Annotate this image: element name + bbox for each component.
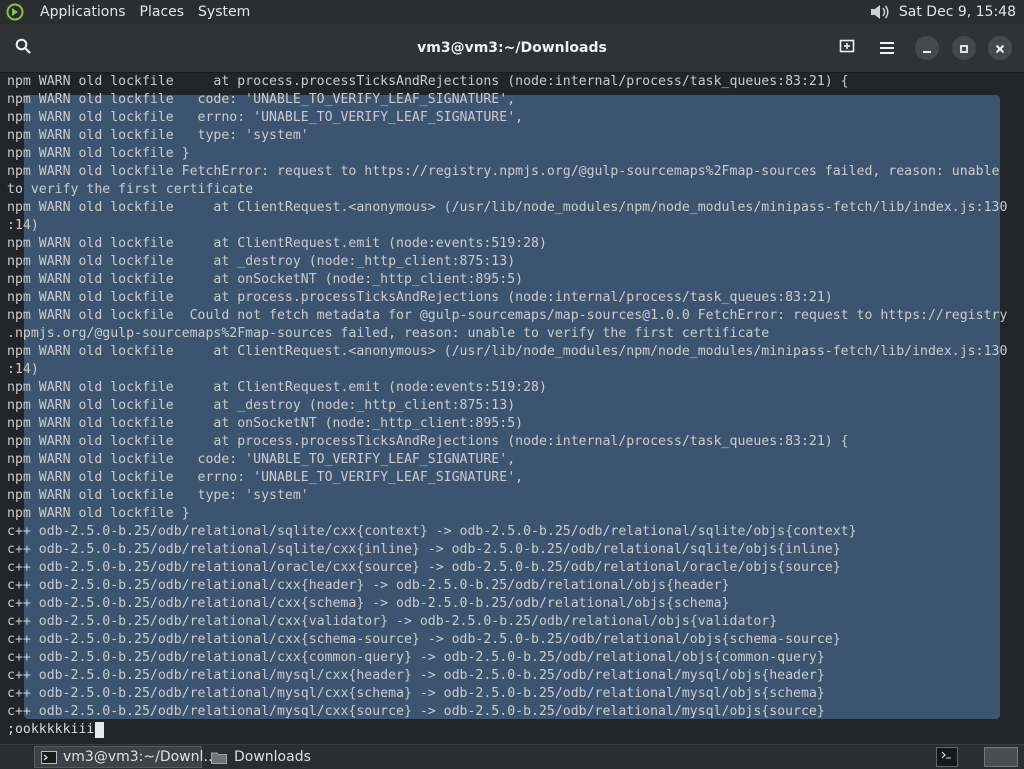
terminal-line: c++ odb-2.5.0-b.25/odb/relational/cxx{he…: [7, 578, 730, 593]
terminal-line: npm WARN old lockfile type: 'system': [7, 488, 309, 503]
close-button[interactable]: [988, 36, 1012, 60]
taskbar-item-terminal[interactable]: vm3@vm3:~/Downl…: [34, 746, 217, 768]
terminal-line: npm WARN old lockfile }: [7, 146, 190, 161]
maximize-icon: [959, 39, 969, 58]
taskbar-item-label: vm3@vm3:~/Downl…: [63, 749, 218, 765]
workspace-switcher[interactable]: [984, 747, 1018, 767]
terminal-line: npm WARN old lockfile at onSocketNT (nod…: [7, 416, 524, 431]
terminal-line: c++ odb-2.5.0-b.25/odb/relational/cxx{va…: [7, 614, 778, 629]
terminal-small-icon: [940, 749, 954, 765]
show-desktop-button[interactable]: [936, 747, 958, 767]
new-tab-button[interactable]: [831, 32, 863, 64]
terminal-line: npm WARN old lockfile errno: 'UNABLE_TO_…: [7, 470, 524, 485]
terminal-line: npm WARN old lockfile at ClientRequest.<…: [7, 344, 1008, 359]
terminal-line: :14): [7, 362, 39, 377]
terminal-line: c++ odb-2.5.0-b.25/odb/relational/sqlite…: [7, 542, 841, 557]
taskbar-item-downloads[interactable]: Downloads: [204, 746, 374, 768]
search-icon: [15, 38, 31, 58]
terminal-line: npm WARN old lockfile at ClientRequest.<…: [7, 200, 1008, 215]
terminal-line: c++ odb-2.5.0-b.25/odb/relational/cxx{sc…: [7, 596, 730, 611]
terminal-line: c++ odb-2.5.0-b.25/odb/relational/mysql/…: [7, 686, 825, 701]
terminal-headerbar: vm3@vm3:~/Downloads: [0, 24, 1024, 73]
terminal-line: npm WARN old lockfile Could not fetch me…: [7, 308, 1008, 323]
terminal-line: c++ odb-2.5.0-b.25/odb/relational/cxx{sc…: [7, 632, 841, 647]
terminal-line: npm WARN old lockfile at process.process…: [7, 290, 833, 305]
bottom-panel: vm3@vm3:~/Downl… Downloads: [0, 744, 1024, 769]
top-panel: Applications Places System Sat Dec 9, 15…: [0, 0, 1024, 24]
terminal-line: .npmjs.org/@gulp-sourcemaps%2Fmap-source…: [7, 326, 770, 341]
taskbar-item-label: Downloads: [234, 749, 311, 765]
terminal-input-text: ;ookkkkkiii: [7, 722, 95, 737]
terminal-input-line[interactable]: ;ookkkkkiii: [7, 721, 105, 739]
terminal-line: npm WARN old lockfile at _destroy (node:…: [7, 254, 516, 269]
terminal-line: npm WARN old lockfile }: [7, 506, 190, 521]
terminal-icon: [41, 750, 57, 764]
terminal-line: npm WARN old lockfile code: 'UNABLE_TO_V…: [7, 92, 516, 107]
places-menu[interactable]: Places: [133, 0, 192, 24]
search-button[interactable]: [7, 32, 39, 64]
terminal-line: npm WARN old lockfile at ClientRequest.e…: [7, 236, 547, 251]
system-menu[interactable]: System: [191, 0, 257, 24]
terminal-line: c++ odb-2.5.0-b.25/odb/relational/cxx{co…: [7, 650, 825, 665]
terminal-output: npm WARN old lockfile at process.process…: [7, 73, 1007, 721]
terminal-line: npm WARN old lockfile at _destroy (node:…: [7, 398, 516, 413]
text-cursor: [95, 722, 105, 738]
hamburger-menu-icon: [880, 39, 894, 58]
terminal-line: npm WARN old lockfile at onSocketNT (nod…: [7, 272, 524, 287]
volume-icon[interactable]: [869, 2, 893, 22]
terminal-line: npm WARN old lockfile at process.process…: [7, 74, 849, 89]
clock[interactable]: Sat Dec 9, 15:48: [899, 4, 1016, 20]
terminal-line: npm WARN old lockfile at ClientRequest.e…: [7, 380, 547, 395]
terminal-line: c++ odb-2.5.0-b.25/odb/relational/sqlite…: [7, 524, 857, 539]
close-icon: [995, 39, 1005, 58]
terminal-line: c++ odb-2.5.0-b.25/odb/relational/mysql/…: [7, 668, 825, 683]
minimize-icon: [922, 39, 932, 58]
distro-logo-icon[interactable]: [5, 2, 25, 22]
new-tab-icon: [839, 38, 855, 58]
terminal-view[interactable]: npm WARN old lockfile at process.process…: [0, 73, 1024, 744]
terminal-line: c++ odb-2.5.0-b.25/odb/relational/mysql/…: [7, 704, 825, 719]
terminal-line: npm WARN old lockfile errno: 'UNABLE_TO_…: [7, 110, 524, 125]
terminal-line: npm WARN old lockfile at process.process…: [7, 434, 849, 449]
terminal-line: npm WARN old lockfile type: 'system': [7, 128, 309, 143]
menu-button[interactable]: [871, 32, 903, 64]
terminal-line: c++ odb-2.5.0-b.25/odb/relational/oracle…: [7, 560, 841, 575]
maximize-button[interactable]: [952, 36, 976, 60]
minimize-button[interactable]: [915, 36, 939, 60]
terminal-line: to verify the first certificate: [7, 182, 254, 197]
terminal-line: npm WARN old lockfile code: 'UNABLE_TO_V…: [7, 452, 516, 467]
terminal-line: :14): [7, 218, 39, 233]
folder-icon: [210, 750, 228, 764]
applications-menu[interactable]: Applications: [33, 0, 133, 24]
terminal-line: npm WARN old lockfile FetchError: reques…: [7, 164, 1000, 179]
